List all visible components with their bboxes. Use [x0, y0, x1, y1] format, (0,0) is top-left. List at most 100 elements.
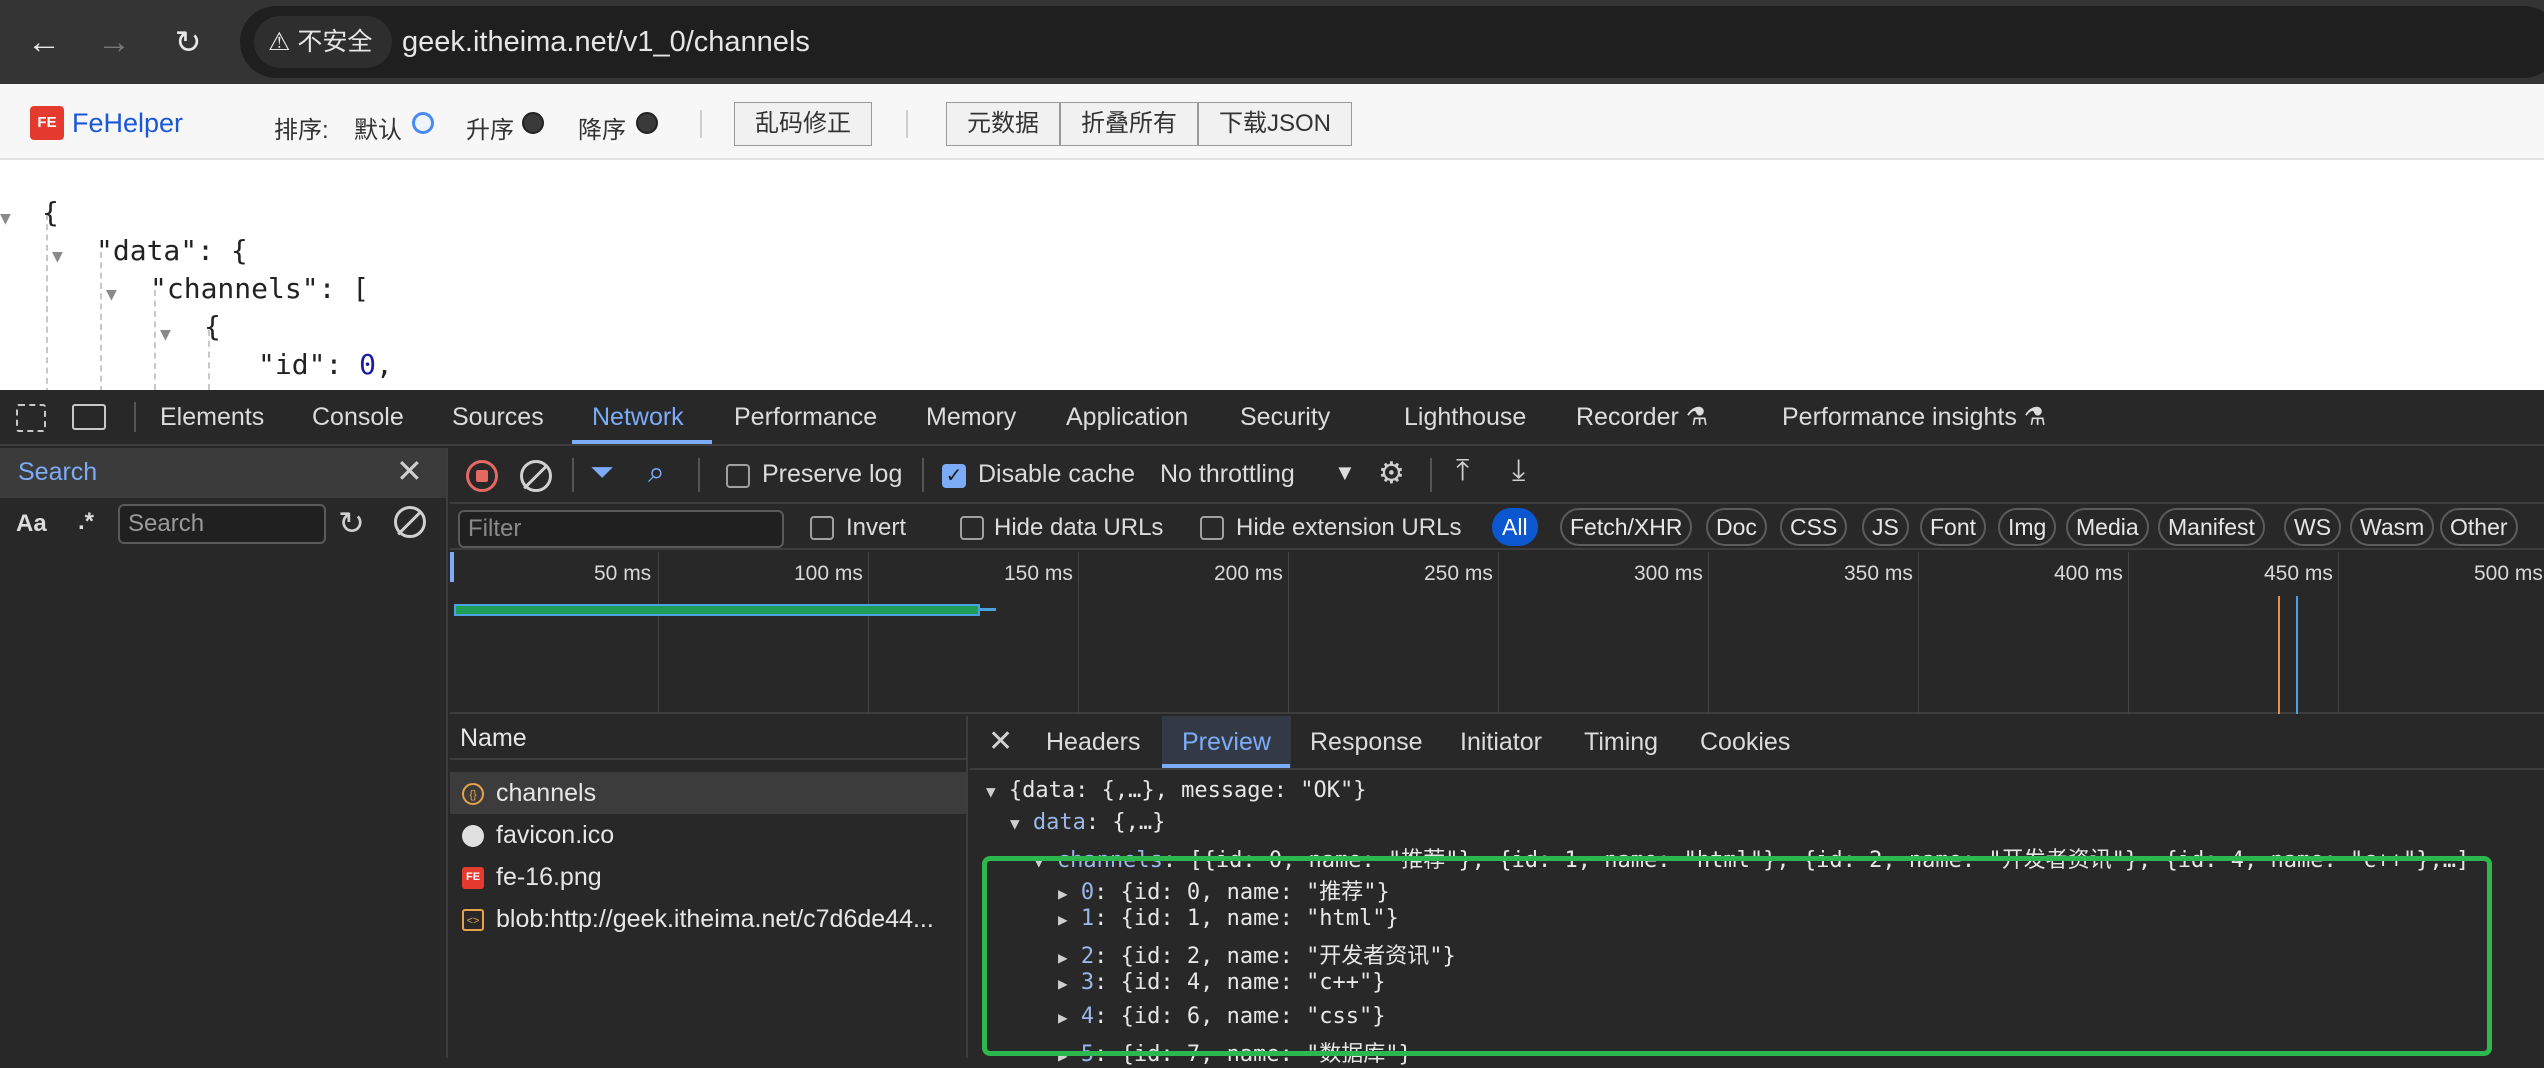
device-toolbar-icon[interactable] [72, 404, 106, 430]
fehelper-title[interactable]: FeHelper [72, 106, 183, 140]
tree-node-data[interactable]: ▼ data: {,…} [1010, 810, 1165, 835]
filter-type-wasm[interactable]: Wasm [2350, 508, 2435, 546]
image-icon [462, 825, 484, 847]
filter-type-fetch-xhr[interactable]: Fetch/XHR [1560, 508, 1693, 546]
filter-type-css[interactable]: CSS [1780, 508, 1848, 546]
close-icon[interactable]: ✕ [988, 724, 1013, 759]
preserve-log-checkbox[interactable] [726, 464, 750, 488]
tab-initiator[interactable]: Initiator [1460, 716, 1542, 768]
tab-sources[interactable]: Sources [452, 390, 544, 444]
collapse-triangle-icon[interactable]: ▼ [0, 208, 11, 229]
regex-toggle[interactable]: .* [78, 508, 94, 536]
timeline-tick: 350 ms [1844, 562, 1913, 585]
record-stop-icon[interactable] [466, 460, 498, 492]
tab-timing[interactable]: Timing [1584, 716, 1658, 768]
timeline-tick: 100 ms [794, 562, 863, 585]
tab-headers[interactable]: Headers [1046, 716, 1141, 768]
fix-encoding-button[interactable]: 乱码修正 [734, 102, 872, 146]
search-panel: Search ✕ Aa .* Search ↻ [0, 448, 448, 1058]
tab-elements[interactable]: Elements [160, 390, 264, 444]
download-json-button[interactable]: 下载JSON [1198, 102, 1353, 146]
timeline-tick: 200 ms [1214, 562, 1283, 585]
filter-icon[interactable]: ⏷ [590, 456, 614, 490]
hide-extension-urls-checkbox[interactable] [1200, 516, 1224, 540]
collapse-triangle-icon[interactable]: ▼ [52, 246, 63, 267]
tab-security[interactable]: Security [1240, 390, 1330, 444]
request-name: fe-16.png [496, 863, 602, 891]
warning-icon: ⚠ [268, 28, 291, 56]
sort-desc-radio[interactable] [636, 108, 658, 136]
match-case-toggle[interactable]: Aa [16, 510, 47, 538]
request-row[interactable]: FE fe-16.png [450, 856, 966, 898]
tab-recorder[interactable]: Recorder ⚗ [1576, 390, 1708, 444]
throttling-select[interactable]: No throttling [1160, 460, 1295, 489]
tab-console[interactable]: Console [312, 390, 404, 444]
fe-icon: FE [462, 867, 484, 889]
collapse-all-button[interactable]: 折叠所有 [1060, 102, 1198, 146]
sort-asc-radio[interactable] [522, 108, 544, 136]
close-icon[interactable]: ✕ [396, 452, 423, 490]
request-row[interactable]: {} channels [450, 772, 966, 814]
import-har-icon[interactable]: ⤒ [1456, 454, 1469, 488]
url-text[interactable]: geek.itheima.net/v1_0/channels [402, 6, 810, 78]
hide-data-urls-checkbox[interactable] [960, 516, 984, 540]
filter-type-other[interactable]: Other [2440, 508, 2518, 546]
column-header-name[interactable]: Name [460, 724, 527, 753]
tab-memory[interactable]: Memory [926, 390, 1016, 444]
filter-type-font[interactable]: Font [1920, 508, 1987, 546]
collapse-triangle-icon[interactable]: ▼ [106, 284, 117, 305]
tab-response[interactable]: Response [1310, 716, 1423, 768]
json-item-brace: { [204, 310, 221, 343]
filter-type-all[interactable]: All [1492, 508, 1538, 546]
chevron-down-icon[interactable]: ▼ [1334, 460, 1356, 486]
clear-log-icon[interactable] [520, 460, 552, 492]
tab-performance-insights[interactable]: Performance insights ⚗ [1782, 390, 2046, 444]
tab-performance[interactable]: Performance [734, 390, 877, 444]
forward-arrow-icon[interactable]: → [90, 18, 138, 66]
tab-preview[interactable]: Preview [1162, 716, 1291, 768]
network-timeline[interactable]: 50 ms 100 ms 150 ms 200 ms 250 ms 300 ms… [450, 552, 2544, 714]
metadata-button[interactable]: 元数据 [946, 102, 1060, 146]
address-bar[interactable]: ⚠ 不安全 geek.itheima.net/v1_0/channels [240, 6, 2544, 78]
script-icon: <> [462, 909, 484, 931]
reload-icon[interactable]: ↻ [164, 18, 212, 66]
invert-checkbox[interactable] [810, 516, 834, 540]
search-panel-title[interactable]: Search [18, 458, 97, 487]
clear-icon[interactable] [394, 506, 426, 538]
security-chip[interactable]: ⚠ 不安全 [254, 16, 393, 68]
disable-cache-checkbox[interactable]: ✓ [942, 464, 966, 488]
filter-type-manifest[interactable]: Manifest [2158, 508, 2265, 546]
tree-node-text: {data: {,…}, message: "OK"} [1008, 778, 1367, 803]
tab-application[interactable]: Application [1066, 390, 1188, 444]
expanded-triangle-icon[interactable]: ▼ [986, 782, 996, 801]
filter-type-media[interactable]: Media [2066, 508, 2149, 546]
export-har-icon[interactable]: ⤓ [1512, 454, 1525, 488]
filter-type-img[interactable]: Img [1998, 508, 2057, 546]
back-arrow-icon[interactable]: ← [20, 18, 68, 66]
timeline-tick: 50 ms [594, 562, 652, 585]
request-bar-channels [454, 604, 980, 616]
divider [698, 458, 700, 492]
expanded-triangle-icon[interactable]: ▼ [1010, 814, 1020, 833]
request-row[interactable]: favicon.ico [450, 814, 966, 856]
tab-network[interactable]: Network [592, 390, 684, 444]
divider [134, 402, 136, 432]
network-conditions-icon[interactable]: ⚙ [1378, 456, 1405, 491]
inspect-element-icon[interactable] [16, 404, 46, 432]
sort-default-radio[interactable] [412, 108, 434, 136]
request-row[interactable]: <> blob:http://geek.itheima.net/c7d6de44… [450, 898, 966, 940]
filter-type-doc[interactable]: Doc [1706, 508, 1767, 546]
tab-lighthouse[interactable]: Lighthouse [1404, 390, 1526, 444]
filter-input[interactable]: Filter [458, 510, 784, 548]
filter-type-js[interactable]: JS [1862, 508, 1909, 546]
search-icon[interactable]: ⌕ [648, 456, 665, 490]
tab-cookies[interactable]: Cookies [1700, 716, 1790, 768]
search-input[interactable]: Search [118, 504, 326, 544]
collapse-triangle-icon[interactable]: ▼ [160, 324, 171, 345]
grid-line [1708, 552, 1709, 714]
refresh-icon[interactable]: ↻ [338, 504, 365, 542]
tree-node-root[interactable]: ▼ {data: {,…}, message: "OK"} [986, 778, 1367, 803]
filter-type-ws[interactable]: WS [2284, 508, 2342, 546]
overview-handle[interactable] [450, 552, 454, 582]
json-viewer: ▼ { ▼ "data": { ▼ "channels": [ ▼ { "id"… [0, 160, 2544, 390]
